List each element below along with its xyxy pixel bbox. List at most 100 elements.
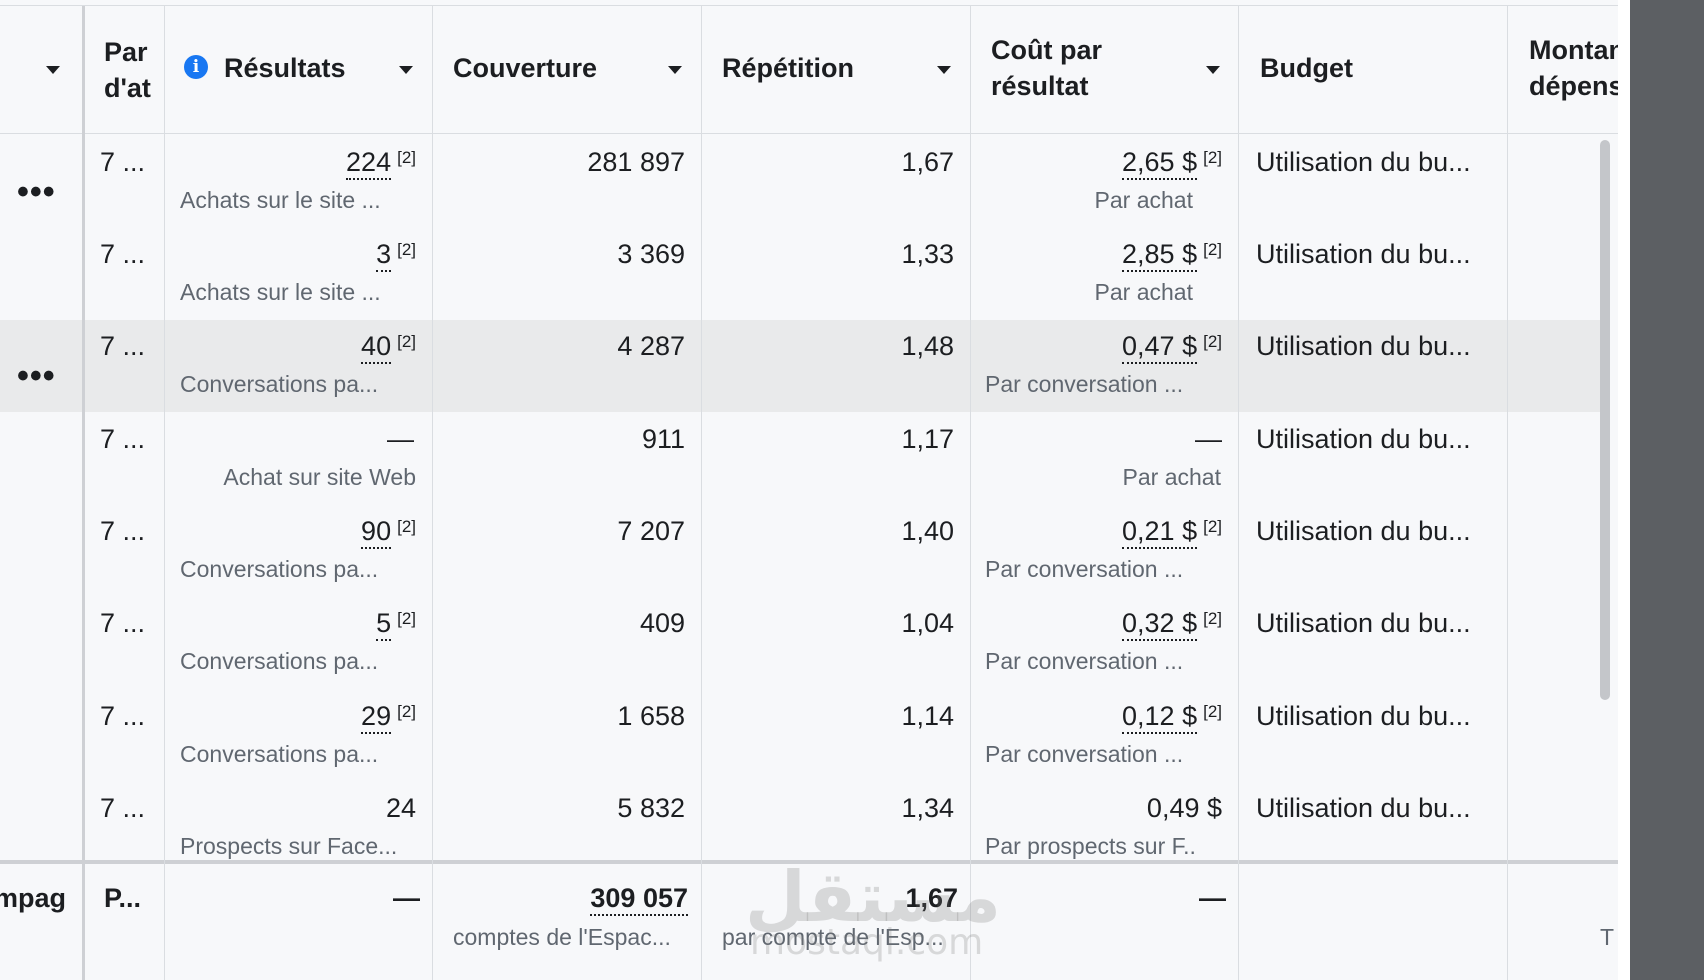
frequency-value: 1,67 bbox=[901, 147, 954, 177]
vertical-scrollbar[interactable] bbox=[1600, 140, 1610, 700]
frequency-value: 1,14 bbox=[901, 701, 954, 731]
cost-number[interactable]: 2,85 $ bbox=[1122, 239, 1198, 272]
result-footnote: [2] bbox=[397, 517, 416, 536]
par-cell: 7 ... bbox=[100, 793, 146, 823]
budget-value[interactable]: Utilisation du bu... bbox=[1256, 698, 1496, 736]
row-more-options-icon[interactable]: ••• bbox=[17, 359, 56, 393]
header-cost-per-result[interactable]: Coût par résultat bbox=[991, 32, 1191, 108]
result-type-label: Conversations pa... bbox=[180, 741, 379, 767]
budget-value[interactable]: Utilisation du bu... bbox=[1256, 144, 1496, 182]
result-number[interactable]: 24 bbox=[386, 793, 416, 823]
header-frequency[interactable]: Répétition bbox=[722, 50, 922, 86]
footer-reach-label: comptes de l'Espac... bbox=[453, 924, 671, 950]
results-sort-caret-icon[interactable] bbox=[399, 66, 413, 74]
cost-number[interactable]: 0,12 $ bbox=[1122, 701, 1198, 734]
header-par-line2: d'at bbox=[104, 73, 151, 103]
result-value[interactable]: 5 [2] bbox=[180, 605, 416, 643]
frequency-sort-caret-icon[interactable] bbox=[937, 66, 951, 74]
frequency-value: 1,17 bbox=[901, 424, 954, 454]
dark-side-panel bbox=[1630, 0, 1704, 980]
result-footnote: [2] bbox=[397, 332, 416, 351]
result-footnote: [2] bbox=[397, 609, 416, 628]
cost-value[interactable]: 2,85 $ [2] bbox=[980, 236, 1222, 274]
cost-type-label: Par achat bbox=[1094, 279, 1193, 305]
footer-result: — bbox=[393, 883, 420, 913]
result-number[interactable]: 40 bbox=[361, 331, 392, 364]
cost-number[interactable]: 2,65 $ bbox=[1122, 147, 1198, 180]
result-value[interactable]: 29 [2] bbox=[180, 698, 416, 736]
result-value[interactable]: 40 [2] bbox=[180, 328, 416, 366]
result-value[interactable]: — bbox=[180, 421, 416, 459]
cost-value[interactable]: 0,21 $ [2] bbox=[980, 513, 1222, 551]
budget-value[interactable]: Utilisation du bu... bbox=[1256, 421, 1496, 459]
cost-value[interactable]: — bbox=[980, 421, 1222, 459]
budget-value[interactable]: Utilisation du bu... bbox=[1256, 513, 1496, 551]
budget-value[interactable]: Utilisation du bu... bbox=[1256, 236, 1496, 274]
budget-value[interactable]: Utilisation du bu... bbox=[1256, 328, 1496, 366]
cost-type-label: Par conversation ... bbox=[985, 741, 1184, 767]
result-number[interactable]: 224 bbox=[346, 147, 392, 180]
cost-number[interactable]: 0,32 $ bbox=[1122, 608, 1198, 641]
reach-value: 1 658 bbox=[617, 701, 685, 731]
cost-type-label: Par prospects sur F... bbox=[985, 833, 1195, 859]
par-cell: 7 ... bbox=[100, 239, 146, 269]
cost-number[interactable]: 0,21 $ bbox=[1122, 516, 1198, 549]
ads-manager-table-screenshot: Par d'at i Résultats Couverture Répétition Coû… bbox=[0, 0, 1704, 980]
header-budget[interactable]: Budget bbox=[1260, 50, 1460, 86]
footer-reach-number[interactable]: 309 057 bbox=[590, 883, 688, 916]
header-amount-spent[interactable]: Montan dépens bbox=[1529, 32, 1618, 108]
frequency-value: 1,48 bbox=[901, 331, 954, 361]
result-number[interactable]: — bbox=[387, 424, 414, 454]
result-number[interactable]: 29 bbox=[361, 701, 392, 734]
reach-value: 7 207 bbox=[617, 516, 685, 546]
header-par[interactable]: Par d'at bbox=[104, 34, 162, 110]
result-value[interactable]: 3 [2] bbox=[180, 236, 416, 274]
cost-sort-caret-icon[interactable] bbox=[1206, 66, 1220, 74]
result-number[interactable]: 5 bbox=[376, 608, 392, 641]
col0-sort-caret-icon[interactable] bbox=[46, 66, 60, 74]
cost-value[interactable]: 0,32 $ [2] bbox=[980, 605, 1222, 643]
budget-value[interactable]: Utilisation du bu... bbox=[1256, 605, 1496, 643]
result-type-label: Conversations pa... bbox=[180, 371, 379, 397]
reach-value: 4 287 bbox=[617, 331, 685, 361]
cost-value[interactable]: 0,47 $ [2] bbox=[980, 328, 1222, 366]
cost-type-label: Par conversation ... bbox=[985, 556, 1184, 582]
footer-reach[interactable]: 309 057 bbox=[440, 880, 688, 918]
header-reach[interactable]: Couverture bbox=[453, 50, 653, 86]
reach-sort-caret-icon[interactable] bbox=[668, 66, 682, 74]
top-border bbox=[0, 5, 1618, 6]
result-number[interactable]: 3 bbox=[376, 239, 392, 272]
result-type-label: Achat sur site Web bbox=[223, 464, 416, 490]
cost-value[interactable]: 2,65 $ [2] bbox=[980, 144, 1222, 182]
par-cell: 7 ... bbox=[100, 331, 146, 361]
cost-type-label: Par conversation ... bbox=[985, 371, 1184, 397]
result-value[interactable]: 90 [2] bbox=[180, 513, 416, 551]
par-cell: 7 ... bbox=[100, 424, 146, 454]
cost-type-label: Par achat bbox=[1122, 464, 1221, 490]
result-number[interactable]: 90 bbox=[361, 516, 392, 549]
cost-value[interactable]: 0,12 $ [2] bbox=[980, 698, 1222, 736]
par-cell: 7 ... bbox=[100, 147, 146, 177]
result-footnote: [2] bbox=[397, 702, 416, 721]
result-value[interactable]: 224 [2] bbox=[180, 144, 416, 182]
header-par-line1: Par bbox=[104, 37, 148, 67]
cost-footnote: [2] bbox=[1203, 702, 1222, 721]
result-type-label: Conversations pa... bbox=[180, 556, 379, 582]
cost-footnote: [2] bbox=[1203, 240, 1222, 259]
reach-value: 409 bbox=[639, 608, 685, 638]
result-footnote: [2] bbox=[397, 240, 416, 259]
cost-value[interactable]: 0,49 $ bbox=[980, 790, 1222, 828]
result-value[interactable]: 24 bbox=[180, 790, 416, 828]
header-results[interactable]: Résultats bbox=[224, 50, 394, 86]
cost-number[interactable]: 0,47 $ bbox=[1122, 331, 1198, 364]
par-cell: 7 ... bbox=[100, 608, 146, 638]
row-more-options-icon[interactable]: ••• bbox=[17, 175, 56, 209]
info-icon[interactable]: i bbox=[184, 55, 208, 79]
footer-campaign-name: mpag bbox=[0, 883, 67, 913]
campaign-table: Par d'at i Résultats Couverture Répétition Coû… bbox=[0, 0, 1618, 980]
budget-value[interactable]: Utilisation du bu... bbox=[1256, 790, 1496, 828]
cost-number[interactable]: 0,49 $ bbox=[1147, 793, 1222, 823]
frequency-value: 1,04 bbox=[901, 608, 954, 638]
cost-footnote: [2] bbox=[1203, 332, 1222, 351]
cost-number[interactable]: — bbox=[1195, 424, 1222, 454]
